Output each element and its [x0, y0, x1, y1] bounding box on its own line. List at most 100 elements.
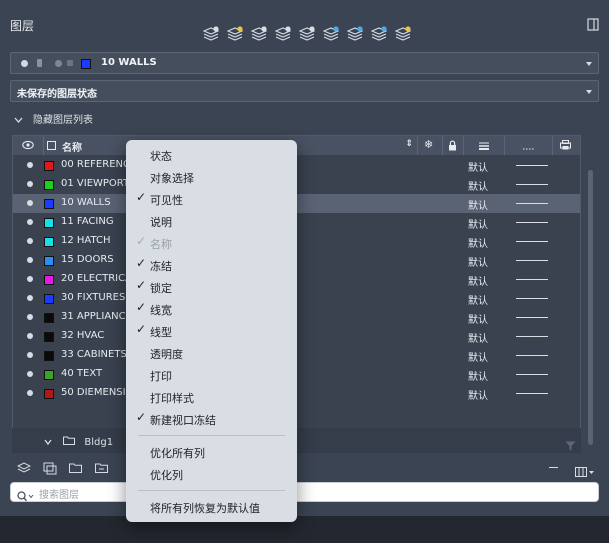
- menu-item[interactable]: 透明度: [126, 343, 297, 363]
- layer-state-dropdown[interactable]: 未保存的图层状态: [10, 80, 599, 102]
- layer-color-swatch[interactable]: [44, 294, 54, 304]
- layer-on-icon[interactable]: [27, 295, 33, 301]
- column-config-icon[interactable]: [47, 141, 56, 150]
- column-linetype[interactable]: [505, 136, 553, 155]
- layer-group[interactable]: Bldg1: [44, 436, 113, 448]
- layer-linetype[interactable]: [516, 203, 548, 204]
- new-layer-vp-frozen-icon[interactable]: [223, 23, 247, 43]
- menu-item[interactable]: 说明: [126, 211, 297, 231]
- layer-color-swatch[interactable]: [44, 332, 54, 342]
- layer-color-swatch[interactable]: [44, 161, 54, 171]
- column-status[interactable]: [13, 136, 44, 155]
- layer-on-icon[interactable]: [27, 371, 33, 377]
- layer-on-icon[interactable]: [27, 181, 33, 187]
- layer-on-icon[interactable]: [27, 238, 33, 244]
- collapse-icon[interactable]: [549, 467, 558, 468]
- menu-item[interactable]: 打印: [126, 365, 297, 385]
- layer-color-swatch[interactable]: [44, 370, 54, 380]
- filter-icon[interactable]: [565, 436, 576, 455]
- new-folder-icon[interactable]: [66, 460, 85, 476]
- layer-linetype[interactable]: [516, 260, 548, 261]
- menu-item[interactable]: ✓ 新建视口冻结: [126, 409, 297, 429]
- menu-item[interactable]: ✓ 锁定: [126, 277, 297, 297]
- new-group-filter-icon[interactable]: [40, 460, 59, 476]
- layer-color-swatch[interactable]: [44, 313, 54, 323]
- column-lineweight[interactable]: [464, 136, 505, 155]
- menu-item-optimize-all[interactable]: 优化所有列: [126, 442, 297, 462]
- layer-linetype[interactable]: [516, 241, 548, 242]
- layer-linetype[interactable]: [516, 222, 548, 223]
- delete-layer-icon[interactable]: [247, 23, 271, 43]
- menu-item[interactable]: 对象选择: [126, 167, 297, 187]
- layer-linetype[interactable]: [516, 317, 548, 318]
- layer-on-icon[interactable]: [27, 200, 33, 206]
- layer-on-icon[interactable]: [27, 276, 33, 282]
- layer-color-swatch[interactable]: [44, 389, 54, 399]
- column-freeze[interactable]: ❄: [418, 136, 443, 155]
- layer-search[interactable]: 搜索图层: [10, 482, 599, 502]
- current-layer-dropdown[interactable]: 10 WALLS: [10, 52, 599, 74]
- new-layer-icon[interactable]: [199, 23, 223, 43]
- layer-linetype[interactable]: [516, 393, 548, 394]
- layer-color-swatch[interactable]: [44, 275, 54, 285]
- layer-off-icon[interactable]: [343, 23, 367, 43]
- set-current-icon[interactable]: [271, 23, 295, 43]
- layer-lineweight[interactable]: 默认: [468, 387, 488, 402]
- layer-linetype[interactable]: [516, 374, 548, 375]
- layer-color-swatch[interactable]: [44, 351, 54, 361]
- layer-lineweight[interactable]: 默认: [468, 311, 488, 326]
- layer-linetype[interactable]: [516, 279, 548, 280]
- dock-panel-icon[interactable]: [587, 16, 599, 31]
- menu-item[interactable]: 状态: [126, 145, 297, 165]
- column-layout-icon[interactable]: [575, 462, 595, 481]
- layer-lineweight[interactable]: 默认: [468, 368, 488, 383]
- column-plot[interactable]: [553, 136, 580, 155]
- menu-item[interactable]: ✓ 线型: [126, 321, 297, 341]
- layer-on-icon[interactable]: [27, 390, 33, 396]
- layer-color-swatch[interactable]: [44, 237, 54, 247]
- menu-item[interactable]: ✓ 冻结: [126, 255, 297, 275]
- layer-on-icon[interactable]: [27, 257, 33, 263]
- menu-separator: [138, 435, 285, 436]
- sort-icon[interactable]: ⇕: [405, 139, 413, 149]
- layer-lineweight[interactable]: 默认: [468, 216, 488, 231]
- layer-on-icon[interactable]: [27, 162, 33, 168]
- column-lock[interactable]: [443, 136, 464, 155]
- layer-lineweight[interactable]: 默认: [468, 197, 488, 212]
- layer-on-icon[interactable]: [27, 314, 33, 320]
- layer-lock-icon[interactable]: [367, 23, 391, 43]
- layer-linetype[interactable]: [516, 355, 548, 356]
- layer-linetype[interactable]: [516, 184, 548, 185]
- chevron-down-icon[interactable]: [44, 437, 52, 448]
- grid-scrollbar[interactable]: [588, 170, 593, 445]
- match-layer-icon[interactable]: [295, 23, 319, 43]
- layer-color-swatch[interactable]: [44, 199, 54, 209]
- layer-on-icon[interactable]: [27, 333, 33, 339]
- layer-freeze-icon[interactable]: [319, 23, 343, 43]
- new-property-filter-icon[interactable]: [92, 460, 111, 476]
- layer-lineweight[interactable]: 默认: [468, 330, 488, 345]
- layer-lineweight[interactable]: 默认: [468, 159, 488, 174]
- layer-lineweight[interactable]: 默认: [468, 235, 488, 250]
- new-layer-icon[interactable]: [14, 460, 33, 476]
- layer-lineweight[interactable]: 默认: [468, 254, 488, 269]
- layer-lineweight[interactable]: 默认: [468, 178, 488, 193]
- hide-layer-list-toggle[interactable]: 隐藏图层列表: [14, 111, 93, 126]
- menu-item[interactable]: 打印样式: [126, 387, 297, 407]
- layer-color-swatch[interactable]: [44, 256, 54, 266]
- layer-linetype[interactable]: [516, 336, 548, 337]
- layer-lineweight[interactable]: 默认: [468, 349, 488, 364]
- layer-lineweight[interactable]: 默认: [468, 292, 488, 307]
- layer-on-icon[interactable]: [27, 352, 33, 358]
- layer-color-swatch[interactable]: [44, 180, 54, 190]
- layer-linetype[interactable]: [516, 298, 548, 299]
- menu-item[interactable]: ✓ 线宽: [126, 299, 297, 319]
- layer-lineweight[interactable]: 默认: [468, 273, 488, 288]
- layer-color-swatch[interactable]: [44, 218, 54, 228]
- menu-item-restore-defaults[interactable]: 将所有列恢复为默认值: [126, 497, 297, 517]
- menu-item[interactable]: ✓ 可见性: [126, 189, 297, 209]
- layer-linetype[interactable]: [516, 165, 548, 166]
- menu-item-optimize[interactable]: 优化列: [126, 464, 297, 484]
- layer-unlock-icon[interactable]: [391, 23, 415, 43]
- layer-on-icon[interactable]: [27, 219, 33, 225]
